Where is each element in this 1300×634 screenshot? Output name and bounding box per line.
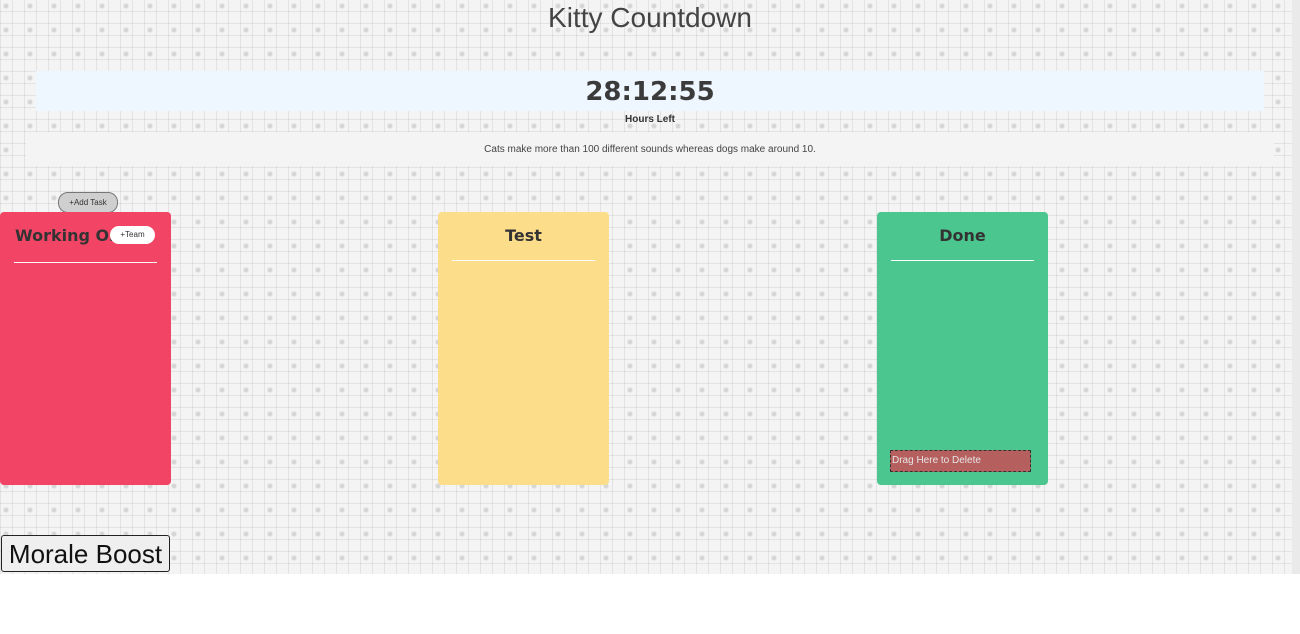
countdown-value: 28:12:55 (585, 77, 715, 107)
cat-fact-bar: Cats make more than 100 different sounds… (26, 132, 1274, 166)
add-task-button[interactable]: +Add Task (58, 192, 118, 213)
countdown-label: Hours Left (625, 114, 675, 125)
column-divider (891, 260, 1034, 261)
page-title: Kitty Countdown (548, 2, 752, 33)
add-team-button[interactable]: +Team (110, 226, 155, 244)
delete-drop-zone[interactable]: Drag Here to Delete (890, 450, 1031, 472)
column-done: Done Drag Here to Delete (877, 212, 1048, 485)
column-divider (452, 260, 595, 261)
column-test: Test (438, 212, 609, 485)
page-scroll-edge (1292, 0, 1300, 574)
column-working-on: Working On +Team (0, 212, 171, 485)
column-done-title: Done (939, 226, 986, 245)
column-divider (14, 262, 157, 263)
column-test-title: Test (505, 226, 542, 245)
countdown-timer-bar: 28:12:55 (36, 71, 1264, 111)
morale-boost-button[interactable]: Morale Boost (1, 535, 170, 572)
